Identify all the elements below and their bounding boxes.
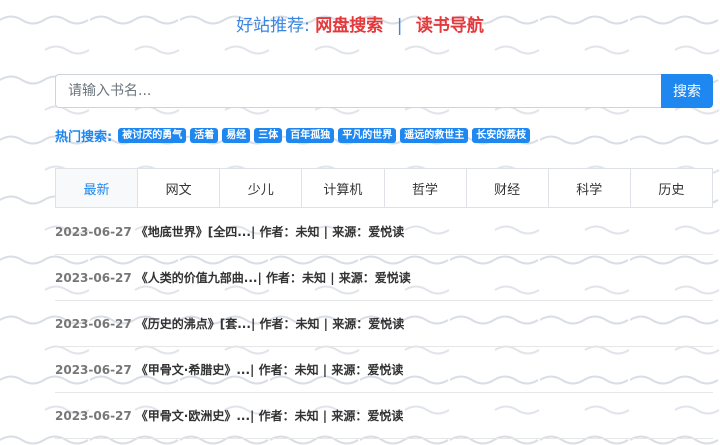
tab-children[interactable]: 少儿	[220, 169, 303, 207]
item-meta: | 作者：未知 | 来源：爱悦读	[250, 317, 405, 331]
search-bar: 搜索	[55, 74, 713, 108]
item-date: 2023-06-27	[55, 270, 132, 285]
item-title-link[interactable]: 《甲骨文·希腊史》...	[136, 361, 250, 378]
recommend-label: 好站推荐:	[236, 16, 310, 36]
hot-tag[interactable]: 长安的荔枝	[472, 127, 531, 143]
search-input[interactable]	[55, 74, 661, 108]
hot-tag[interactable]: 平凡的世界	[338, 127, 397, 143]
item-title-link[interactable]: 《地底世界》[全四...	[136, 223, 251, 240]
tab-latest[interactable]: 最新	[56, 169, 139, 207]
hot-tag[interactable]: 易经	[222, 127, 251, 143]
tab-philosophy[interactable]: 哲学	[385, 169, 467, 207]
item-date: 2023-06-27	[55, 408, 132, 423]
tab-history[interactable]: 历史	[631, 169, 712, 207]
tab-finance[interactable]: 财经	[467, 169, 549, 207]
tab-science[interactable]: 科学	[549, 169, 631, 207]
recommend-separator: |	[396, 16, 403, 36]
item-meta: | 作者：未知 | 来源：爱悦读	[250, 409, 404, 423]
tab-web-novel[interactable]: 网文	[138, 169, 221, 207]
item-date: 2023-06-27	[55, 224, 132, 239]
item-title-link[interactable]: 《甲骨文·欧洲史》...	[136, 407, 250, 424]
item-meta: | 作者：未知 | 来源：爱悦读	[257, 271, 411, 285]
hot-searches: 热门搜索: 被讨厌的勇气 活着 易经 三体 百年孤独 平凡的世界 遥远的救世主 …	[55, 126, 531, 145]
book-list: 2023-06-27 《地底世界》[全四... | 作者：未知 | 来源：爱悦读…	[55, 209, 713, 439]
item-title-link[interactable]: 《人类的价值九部曲...	[136, 269, 258, 286]
list-item: 2023-06-27 《地底世界》[全四... | 作者：未知 | 来源：爱悦读	[55, 209, 713, 255]
list-item: 2023-06-27 《甲骨文·欧洲史》... | 作者：未知 | 来源：爱悦读	[55, 393, 713, 439]
tab-computer[interactable]: 计算机	[302, 169, 385, 207]
hot-tag[interactable]: 三体	[254, 127, 283, 143]
category-tabs: 最新 网文 少儿 计算机 哲学 财经 科学 历史	[55, 168, 713, 208]
hot-tag[interactable]: 被讨厌的勇气	[118, 127, 187, 143]
search-button[interactable]: 搜索	[661, 74, 713, 108]
link-reading-nav[interactable]: 读书导航	[416, 16, 484, 36]
hot-searches-label: 热门搜索:	[55, 129, 113, 145]
hot-tag[interactable]: 遥远的救世主	[400, 127, 469, 143]
item-date: 2023-06-27	[55, 316, 132, 331]
list-item: 2023-06-27 《甲骨文·希腊史》... | 作者：未知 | 来源：爱悦读	[55, 347, 713, 393]
item-meta: | 作者：未知 | 来源：爱悦读	[250, 363, 404, 377]
list-item: 2023-06-27 《历史的沸点》[套... | 作者：未知 | 来源：爱悦读	[55, 301, 713, 347]
item-date: 2023-06-27	[55, 362, 132, 377]
recommend-banner: 好站推荐: 网盘搜索 | 读书导航	[0, 14, 720, 38]
hot-tag[interactable]: 活着	[190, 127, 219, 143]
link-netdisk-search[interactable]: 网盘搜索	[315, 16, 383, 36]
hot-tag[interactable]: 百年孤独	[286, 127, 335, 143]
item-title-link[interactable]: 《历史的沸点》[套...	[136, 315, 251, 332]
item-meta: | 作者：未知 | 来源：爱悦读	[250, 225, 405, 239]
list-item: 2023-06-27 《人类的价值九部曲... | 作者：未知 | 来源：爱悦读	[55, 255, 713, 301]
